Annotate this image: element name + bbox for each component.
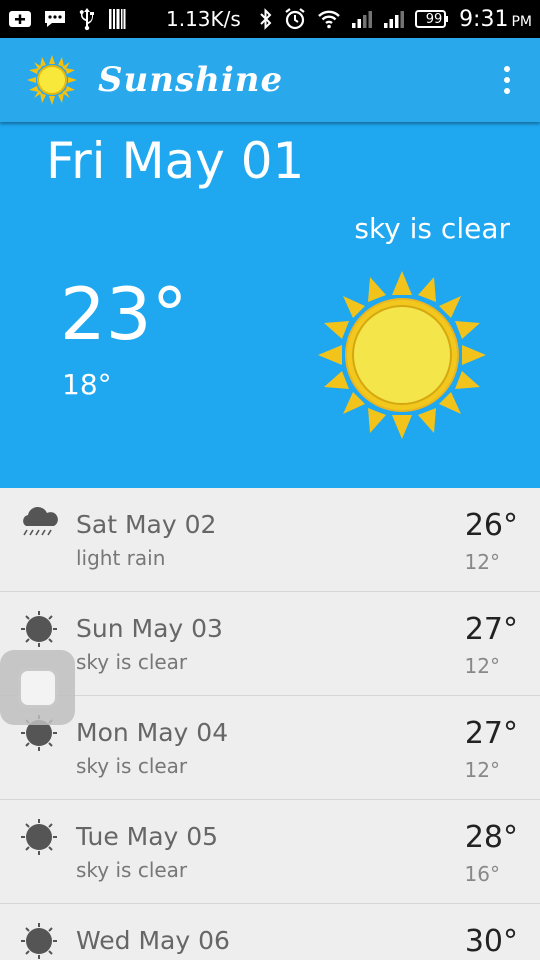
list-item[interactable]: Mon May 04 sky is clear 27° 12°	[0, 696, 540, 800]
forecast-description: sky is clear	[76, 650, 188, 674]
today-high-temp: 23°	[60, 272, 188, 356]
barcode-icon	[108, 8, 126, 30]
battery-level: 99	[425, 11, 443, 27]
forecast-high-temp: 28°	[464, 820, 518, 855]
assistive-touch-icon	[17, 667, 58, 708]
forecast-high-temp: 30°	[464, 924, 518, 959]
forecast-date: Sat May 02	[76, 510, 217, 539]
clear-sun-icon	[18, 608, 60, 650]
assistive-touch-button[interactable]	[0, 650, 75, 725]
forecast-high-temp: 27°	[464, 612, 518, 647]
overflow-menu-button[interactable]	[492, 55, 522, 105]
clear-sun-icon	[18, 816, 60, 858]
add-box-icon	[8, 9, 32, 29]
usb-icon	[78, 7, 96, 31]
status-bar: 1.13K/s 99 9:31 PM	[0, 0, 540, 38]
signal-2-icon	[383, 9, 405, 29]
forecast-high-temp: 26°	[464, 508, 518, 543]
sunshine-logo-icon	[26, 54, 78, 106]
forecast-date: Tue May 05	[76, 822, 219, 851]
overflow-menu-icon-dot	[504, 77, 510, 83]
clock: 9:31 PM	[459, 7, 532, 32]
forecast-description: sky is clear	[76, 754, 188, 778]
today-date: Fri May 01	[46, 132, 305, 190]
overflow-menu-icon	[504, 66, 510, 72]
forecast-date: Sun May 03	[76, 614, 223, 643]
clock-time: 9:31	[459, 6, 509, 32]
today-forecast[interactable]: Fri May 01 sky is clear 23° 18°	[0, 122, 540, 488]
alarm-icon	[283, 7, 307, 31]
forecast-low-temp: 12°	[464, 654, 500, 678]
wifi-icon	[317, 9, 341, 29]
list-item[interactable]: Sat May 02 light rain 26° 12°	[0, 488, 540, 592]
signal-icon	[351, 9, 373, 29]
list-item[interactable]: Wed May 06 30°	[0, 904, 540, 960]
app-title: Sunshine	[98, 60, 284, 100]
forecast-date: Mon May 04	[76, 718, 229, 747]
today-description: sky is clear	[354, 212, 510, 245]
forecast-low-temp: 12°	[464, 550, 500, 574]
network-speed: 1.13K/s	[166, 7, 241, 31]
sun-icon	[310, 270, 494, 440]
forecast-description: light rain	[76, 546, 166, 570]
overflow-menu-icon-dot	[504, 88, 510, 94]
today-low-temp: 18°	[62, 368, 112, 401]
list-item[interactable]: Sun May 03 sky is clear 27° 12°	[0, 592, 540, 696]
clock-ampm: PM	[511, 13, 532, 30]
chat-icon	[44, 9, 66, 29]
forecast-list: Sat May 02 light rain 26° 12° Sun May 03…	[0, 488, 540, 960]
forecast-low-temp: 16°	[464, 862, 500, 886]
forecast-date: Wed May 06	[76, 926, 230, 955]
forecast-high-temp: 27°	[464, 716, 518, 751]
bluetooth-icon	[259, 8, 273, 30]
clear-sun-icon	[18, 920, 60, 960]
app-bar: Sunshine	[0, 38, 540, 122]
list-item[interactable]: Tue May 05 sky is clear 28° 16°	[0, 800, 540, 904]
rain-cloud-icon	[18, 504, 60, 546]
forecast-description: sky is clear	[76, 858, 188, 882]
forecast-low-temp: 12°	[464, 758, 500, 782]
